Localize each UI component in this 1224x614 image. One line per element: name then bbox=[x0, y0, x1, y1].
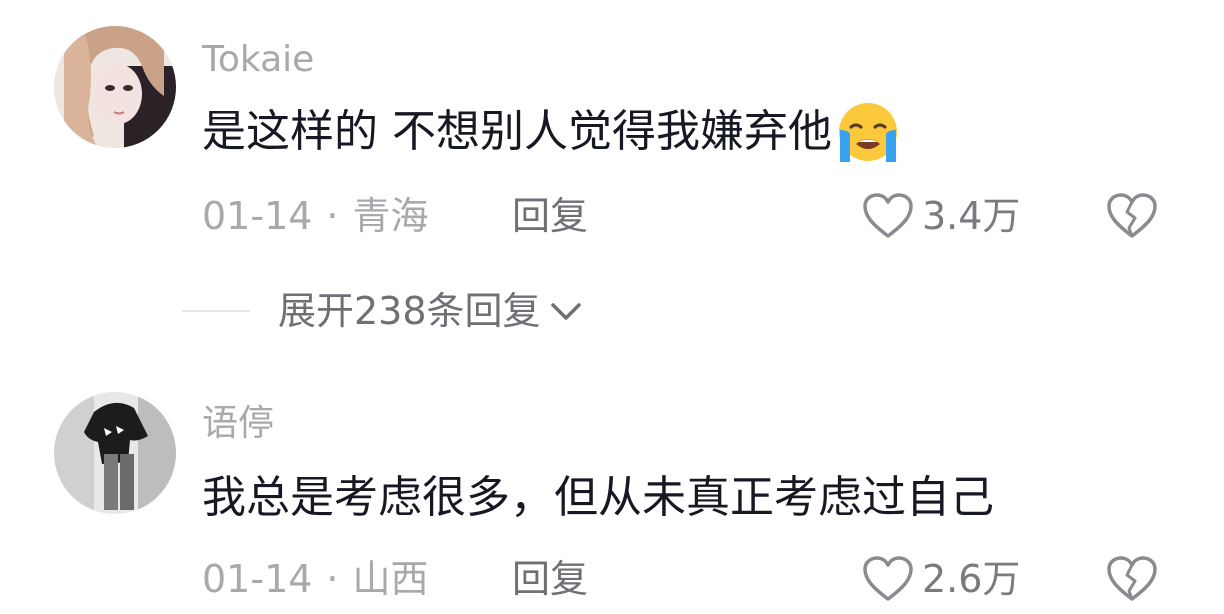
chevron-down-icon bbox=[550, 303, 581, 320]
avatar-image bbox=[54, 392, 176, 514]
like-count: 2.6万 bbox=[922, 557, 1021, 601]
reply-button[interactable]: 回复 bbox=[512, 560, 588, 598]
avatar[interactable] bbox=[54, 392, 176, 514]
like-button[interactable]: 2.6万 bbox=[862, 555, 1020, 603]
comment-location: 山西 bbox=[352, 557, 429, 601]
expand-replies-label: 展开238条回复 bbox=[278, 289, 541, 333]
meta-separator: · bbox=[326, 194, 339, 238]
expand-replies-button[interactable]: 展开238条回复 bbox=[182, 292, 583, 330]
like-button[interactable]: 3.4万 bbox=[862, 192, 1020, 240]
username[interactable]: 语停 bbox=[202, 406, 274, 442]
comment-text-body: 我总是考虑很多，但从未真正考虑过自己 bbox=[202, 472, 994, 523]
meta-separator: · bbox=[326, 557, 339, 601]
broken-heart-icon[interactable] bbox=[1106, 555, 1158, 603]
like-count: 3.4万 bbox=[922, 194, 1021, 238]
heart-outline-icon bbox=[863, 556, 913, 601]
avatar-image bbox=[54, 26, 176, 148]
username[interactable]: Tokaie bbox=[202, 42, 314, 78]
comment-meta: 01-14 · 山西 bbox=[202, 560, 429, 598]
comment-text: 我总是考虑很多，但从未真正考虑过自己 bbox=[202, 476, 994, 520]
loudly-crying-face-icon bbox=[839, 103, 897, 162]
heart-outline-icon bbox=[863, 193, 913, 238]
reply-button[interactable]: 回复 bbox=[512, 197, 588, 235]
comment-date: 01-14 bbox=[202, 557, 313, 601]
comment-text-body: 是这样的 不想别人觉得我嫌弃他 bbox=[202, 106, 832, 157]
comment-meta: 01-14 · 青海 bbox=[202, 197, 429, 235]
avatar[interactable] bbox=[54, 26, 176, 148]
comment-location: 青海 bbox=[352, 194, 429, 238]
comment-date: 01-14 bbox=[202, 194, 313, 238]
comment-text: 是这样的 不想别人觉得我嫌弃他 bbox=[202, 100, 902, 164]
broken-heart-icon[interactable] bbox=[1106, 192, 1158, 240]
divider-line bbox=[182, 310, 250, 312]
